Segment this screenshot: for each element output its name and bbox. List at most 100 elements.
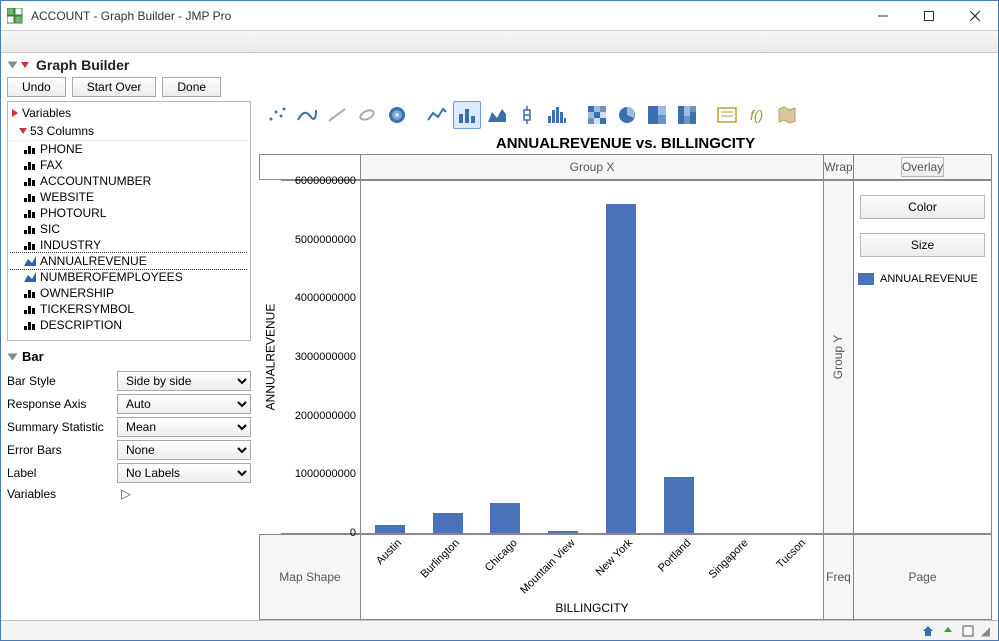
chart-title: ANNUALREVENUE vs. BILLINGCITY: [259, 135, 992, 152]
home-icon[interactable]: [921, 624, 935, 638]
variable-name: NUMBEROFEMPLOYEES: [40, 270, 183, 284]
bar[interactable]: [490, 503, 520, 534]
size-dropzone[interactable]: Size: [860, 233, 985, 257]
variables-box: Variables 53 Columns PHONEFAXACCOUNTNUMB…: [7, 101, 251, 341]
variable-name: ACCOUNTNUMBER: [40, 174, 151, 188]
resize-grip-icon[interactable]: ◢: [981, 624, 990, 638]
bar[interactable]: [606, 204, 636, 533]
area-element[interactable]: [483, 101, 511, 129]
label-option-select[interactable]: No Labels: [117, 463, 251, 483]
map-shape-dropzone[interactable]: Map Shape: [259, 534, 361, 620]
nav-up-icon[interactable]: [941, 624, 955, 638]
variable-name: WEBSITE: [40, 190, 94, 204]
left-panel: Variables 53 Columns PHONEFAXACCOUNTNUMB…: [7, 101, 251, 620]
section-title: Graph Builder: [36, 57, 129, 73]
done-button[interactable]: Done: [162, 77, 221, 97]
bar-style-select[interactable]: Side by side: [117, 371, 251, 391]
ellipse-element[interactable]: [353, 101, 381, 129]
nominal-icon: [24, 224, 36, 234]
undo-button[interactable]: Undo: [7, 77, 66, 97]
window-list-icon[interactable]: [961, 624, 975, 638]
y-tick: 2000000000: [295, 410, 356, 422]
error-bars-select[interactable]: None: [117, 440, 251, 460]
variable-name: SIC: [40, 222, 60, 236]
formula-element[interactable]: f(): [743, 101, 771, 129]
group-y-dropzone[interactable]: Group Y: [824, 180, 854, 534]
variables-label: Variables: [10, 104, 248, 122]
variable-name: TICKERSYMBOL: [40, 302, 134, 316]
histogram-element[interactable]: [543, 101, 571, 129]
nominal-icon: [24, 320, 36, 330]
plot-area[interactable]: [361, 180, 824, 534]
disclose-icon: [8, 62, 18, 69]
smoother-element[interactable]: [293, 101, 321, 129]
svg-text:f(): f(): [750, 107, 763, 123]
caption-element[interactable]: [713, 101, 741, 129]
variable-name: PHOTOURL: [40, 206, 106, 220]
bar[interactable]: [433, 513, 463, 533]
variable-row[interactable]: TICKERSYMBOL: [10, 301, 248, 317]
variable-row[interactable]: WEBSITE: [10, 189, 248, 205]
x-tick: New York: [594, 537, 635, 578]
error-bars-label: Error Bars: [7, 443, 117, 457]
line-of-fit-element[interactable]: [323, 101, 351, 129]
color-dropzone[interactable]: Color: [860, 195, 985, 219]
treemap-element[interactable]: [643, 101, 671, 129]
x-tick: Singapore: [707, 537, 751, 581]
overlay-dropzone[interactable]: Overlay: [901, 157, 944, 177]
x-tick: Portland: [656, 537, 693, 574]
variable-row[interactable]: INDUSTRY: [10, 237, 248, 253]
app-icon: [7, 8, 23, 24]
hotspot-icon[interactable]: [12, 109, 18, 117]
variable-row[interactable]: DESCRIPTION: [10, 317, 248, 333]
variable-list[interactable]: PHONEFAXACCOUNTNUMBER WEBSITE PHOTOURL SICI…: [10, 140, 248, 338]
heatmap-element[interactable]: [583, 101, 611, 129]
graph-builder-header[interactable]: Graph Builder: [7, 57, 992, 73]
variable-row[interactable]: ANNUALREVENUE: [10, 253, 248, 269]
variable-row[interactable]: SIC: [10, 221, 248, 237]
chart-area: f() ANNUALREVENUE vs. BILLINGCITY Group …: [259, 101, 992, 620]
y-tick: 0: [350, 527, 356, 539]
mosaic-element[interactable]: [673, 101, 701, 129]
y-tick: 3000000000: [295, 351, 356, 363]
x-axis-label: BILLINGCITY: [361, 601, 823, 615]
contour-element[interactable]: [383, 101, 411, 129]
freq-dropzone[interactable]: Freq: [824, 534, 854, 620]
legend-swatch: [858, 273, 874, 285]
bar-element[interactable]: [453, 101, 481, 129]
nominal-icon: [24, 240, 36, 250]
bar[interactable]: [375, 525, 405, 533]
legend-item[interactable]: ANNUALREVENUE: [858, 273, 987, 285]
close-button[interactable]: [952, 1, 998, 31]
variable-row[interactable]: OWNERSHIP: [10, 285, 248, 301]
hotspot-icon[interactable]: [21, 62, 29, 68]
maximize-button[interactable]: [906, 1, 952, 31]
minimize-button[interactable]: [860, 1, 906, 31]
summary-statistic-select[interactable]: Mean: [117, 417, 251, 437]
response-axis-label: Response Axis: [7, 397, 117, 411]
bar-props-header[interactable]: Bar: [7, 349, 251, 364]
map-element[interactable]: [773, 101, 801, 129]
points-element[interactable]: [263, 101, 291, 129]
start-over-button[interactable]: Start Over: [72, 77, 157, 97]
variable-row[interactable]: PHONE: [10, 141, 248, 157]
variable-row[interactable]: PHOTOURL: [10, 205, 248, 221]
nominal-icon: [24, 176, 36, 186]
hotspot-icon[interactable]: [19, 128, 27, 134]
variable-name: ANNUALREVENUE: [40, 254, 147, 268]
wrap-dropzone[interactable]: Wrap: [824, 154, 854, 180]
variable-row[interactable]: NUMBEROFEMPLOYEES: [10, 269, 248, 285]
response-axis-select[interactable]: Auto: [117, 394, 251, 414]
page-dropzone[interactable]: Page: [854, 534, 992, 620]
x-tick: Austin: [374, 537, 404, 567]
bar[interactable]: [664, 477, 694, 533]
variable-row[interactable]: ACCOUNTNUMBER: [10, 173, 248, 189]
boxplot-element[interactable]: [513, 101, 541, 129]
variable-row[interactable]: FAX: [10, 157, 248, 173]
pie-element[interactable]: [613, 101, 641, 129]
line-element[interactable]: [423, 101, 451, 129]
bar[interactable]: [548, 531, 578, 533]
expand-icon[interactable]: ▷: [121, 486, 131, 502]
continuous-icon: [24, 256, 36, 266]
group-x-dropzone[interactable]: Group X: [361, 154, 824, 180]
